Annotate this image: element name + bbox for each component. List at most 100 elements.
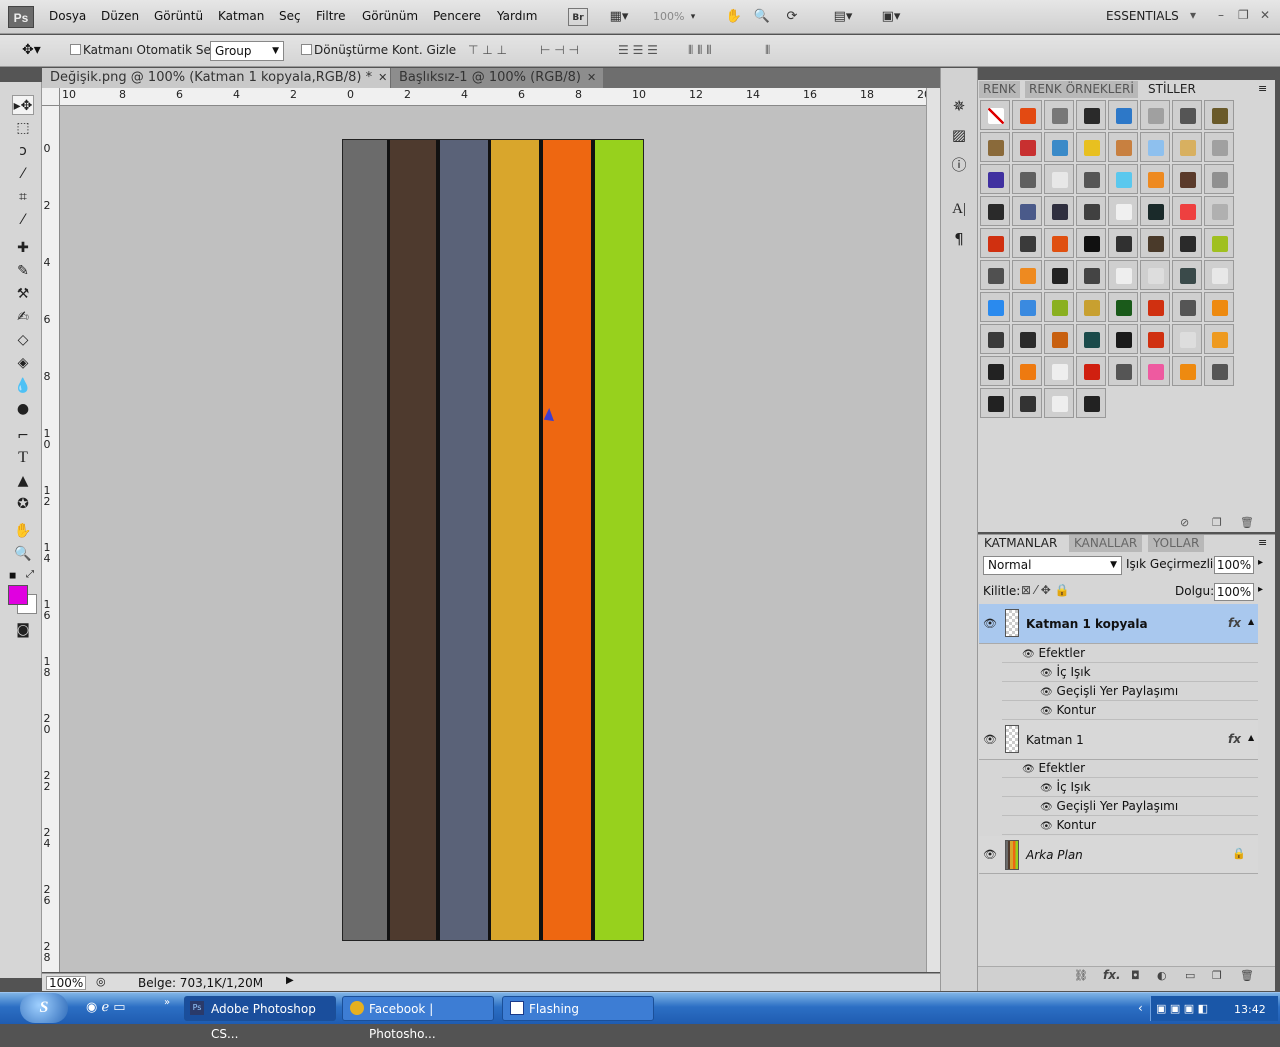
style-swatch[interactable] [1204,196,1234,226]
tab-layers[interactable]: KATMANLAR [979,535,1063,552]
auto-select-dropdown[interactable]: Group ▼ [210,41,284,61]
style-swatch[interactable] [1012,356,1042,386]
layers-menu-icon[interactable]: ≡ [1258,536,1267,549]
lock-options-icon[interactable]: ⊠ ⁄ ✥ 🔒 [1021,583,1070,597]
style-swatch[interactable] [1012,132,1042,162]
brush-tool-icon[interactable]: ✎ [12,261,34,281]
eyedropper-tool-icon[interactable]: ⁄ [12,210,34,230]
menu-select[interactable]: Seç [279,9,301,23]
style-swatch[interactable] [1076,292,1106,322]
tab-channels[interactable]: KANALLAR [1069,535,1143,552]
menu-help[interactable]: Yardım [497,9,537,23]
style-swatch[interactable] [1076,324,1106,354]
style-swatch[interactable] [1076,260,1106,290]
style-swatch[interactable] [1140,324,1170,354]
style-swatch[interactable] [1204,260,1234,290]
effect-eye-icon[interactable]: 👁 [1040,821,1053,832]
info-icon[interactable]: ⓘ [948,154,970,176]
style-swatch[interactable] [1012,228,1042,258]
zoom-field[interactable]: 100% [46,976,86,990]
close-tab-icon[interactable]: ✕ [587,71,596,84]
style-swatch[interactable] [1044,132,1074,162]
distribute-left-icon[interactable]: ⦀ ⦀ ⦀ [688,43,711,58]
collapse-effects-icon[interactable]: ▲ [1248,733,1254,742]
layer-name[interactable]: Katman 1 [1026,733,1084,747]
style-swatch[interactable] [1140,100,1170,130]
swap-colors-icon[interactable]: ⤢ [26,569,34,580]
fx-icon[interactable]: fx [1228,616,1241,630]
effect-row[interactable]: 👁 Geçişli Yer Paylaşımı [1002,682,1258,701]
delete-style-icon[interactable]: 🗑 [1240,516,1254,529]
visibility-eye-icon[interactable]: 👁 [983,733,997,747]
layer-row[interactable] [979,836,1258,874]
style-swatch[interactable] [1044,388,1074,418]
tab-paths[interactable]: YOLLAR [1148,535,1205,552]
transform-controls-checkbox[interactable] [301,44,312,55]
style-swatch[interactable] [980,292,1010,322]
style-swatch[interactable] [1108,100,1138,130]
effect-eye-icon[interactable]: 👁 [1040,687,1053,698]
tab-degisik-png[interactable]: Değişik.png @ 100% (Katman 1 kopyala,RGB… [42,68,390,88]
healing-brush-tool-icon[interactable]: ✚ [12,238,34,258]
visibility-eye-icon[interactable]: 👁 [983,617,997,631]
style-swatch[interactable] [1172,196,1202,226]
quick-select-tool-icon[interactable]: ⁄ [12,164,34,184]
fx-icon[interactable]: fx [1228,732,1241,746]
style-swatch[interactable] [1012,196,1042,226]
history-brush-tool-icon[interactable]: ✍ [12,307,34,327]
tab-basliksiz-1[interactable]: Başlıksız-1 @ 100% (RGB/8) ✕ [391,68,603,88]
style-swatch[interactable] [1204,132,1234,162]
style-swatch[interactable] [1108,260,1138,290]
menu-filter[interactable]: Filtre [316,9,345,23]
style-swatch[interactable] [1140,196,1170,226]
arrange-documents-icon[interactable]: ▤▾ [826,8,860,26]
style-swatch[interactable] [980,196,1010,226]
style-swatch[interactable] [1172,132,1202,162]
move-tool-preset-icon[interactable]: ✥▾ [22,42,41,58]
style-swatch[interactable] [1044,292,1074,322]
style-swatch[interactable] [980,100,1010,130]
clone-stamp-tool-icon[interactable]: ⚒ [12,284,34,304]
style-swatch[interactable] [1204,100,1234,130]
fill-arrow-icon[interactable]: ▸ [1258,584,1263,595]
fill-field[interactable]: 100% [1214,583,1254,601]
new-group-icon[interactable]: ▭ [1185,969,1195,982]
effect-eye-icon[interactable]: 👁 [1040,706,1053,717]
style-swatch[interactable] [1108,324,1138,354]
hand-tool-icon[interactable]: ✋ [724,8,744,26]
style-swatch[interactable] [1140,228,1170,258]
style-swatch[interactable] [1140,292,1170,322]
style-swatch[interactable] [1012,164,1042,194]
style-swatch[interactable] [1076,228,1106,258]
style-swatch[interactable] [1108,228,1138,258]
screen-mode-icon[interactable]: ▣▾ [874,8,908,26]
style-swatch[interactable] [1076,164,1106,194]
style-swatch[interactable] [1172,164,1202,194]
style-swatch[interactable] [1012,260,1042,290]
menu-window[interactable]: Pencere [433,9,481,23]
view-extras-icon[interactable]: ▦▾ [604,8,634,26]
style-swatch[interactable] [1012,292,1042,322]
clear-style-icon[interactable]: ⊘ [1180,516,1189,529]
effect-row[interactable]: 👁 Kontur [1002,816,1258,835]
style-swatch[interactable] [1140,132,1170,162]
link-layers-icon[interactable]: ⛓ [1074,969,1088,982]
quick-mask-icon[interactable]: ◙ [12,620,34,640]
eraser-tool-icon[interactable]: ◇ [12,330,34,350]
delete-layer-icon[interactable]: 🗑 [1240,969,1254,982]
style-swatch[interactable] [1204,228,1234,258]
path-select-tool-icon[interactable]: ▲ [12,471,34,491]
style-swatch[interactable] [980,356,1010,386]
blend-mode-dropdown[interactable]: Normal ▼ [983,556,1122,575]
effect-eye-icon[interactable]: 👁 [1022,649,1035,660]
style-swatch[interactable] [1044,228,1074,258]
move-tool-icon[interactable]: ▸✥ [12,95,34,115]
paint-bucket-tool-icon[interactable]: ◈ [12,353,34,373]
style-swatch[interactable] [1204,324,1234,354]
status-menu-icon[interactable]: ◎ [96,975,106,988]
style-swatch[interactable] [980,324,1010,354]
lasso-tool-icon[interactable]: ↄ [12,141,34,161]
bridge-icon[interactable]: Br [568,8,588,26]
style-swatch[interactable] [1044,356,1074,386]
tab-color[interactable]: RENK [979,81,1020,98]
